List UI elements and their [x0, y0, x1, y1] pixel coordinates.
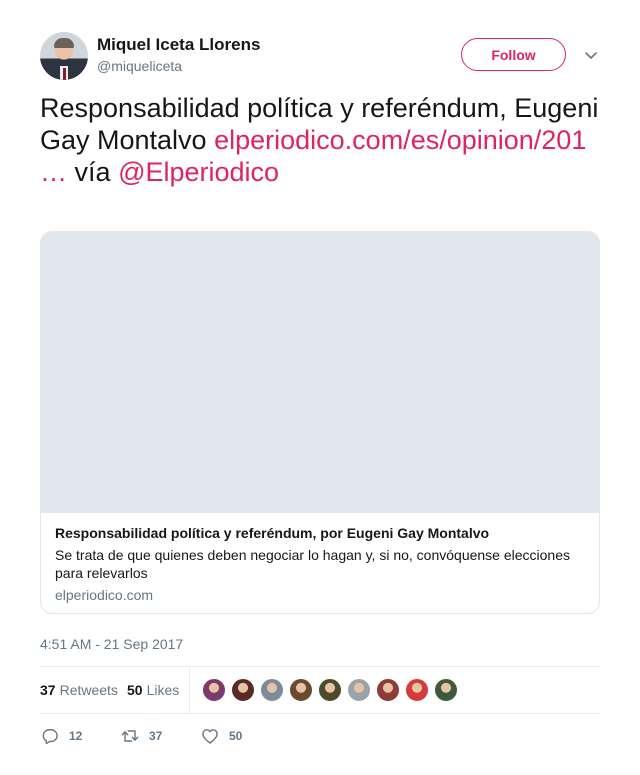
retweets-count: 37 [40, 682, 56, 698]
avatar[interactable] [40, 32, 88, 80]
card-image[interactable] [41, 232, 599, 513]
avatar-tie [63, 68, 66, 80]
follow-button[interactable]: Follow [461, 38, 566, 71]
retweets-stat[interactable]: 37 Retweets [40, 682, 118, 698]
tweet-mention[interactable]: @Elperiodico [118, 157, 279, 187]
liker-avatar[interactable] [202, 678, 226, 702]
likes-stat[interactable]: 50 Likes [127, 682, 179, 698]
avatar-hair [54, 38, 74, 48]
liker-avatar[interactable] [434, 678, 458, 702]
liker-avatar[interactable] [318, 678, 342, 702]
divider [40, 713, 600, 714]
link-card[interactable]: Responsabilidad política y referéndum, p… [40, 231, 600, 614]
tweet: Miquel Iceta Llorens @miqueliceta Follow… [0, 0, 640, 775]
reply-icon [42, 729, 58, 745]
card-description: Se trata de que quienes deben negociar l… [55, 547, 570, 581]
tweet-link[interactable]: elperiodico.com/es/opinion/201 [214, 125, 586, 155]
likes-label: Likes [146, 682, 180, 698]
user-handle[interactable]: @miqueliceta [97, 58, 182, 74]
user-name[interactable]: Miquel Iceta Llorens [97, 35, 260, 55]
liker-avatar[interactable] [289, 678, 313, 702]
liker-avatar[interactable] [231, 678, 255, 702]
tweet-timestamp[interactable]: 4:51 AM - 21 Sep 2017 [40, 636, 183, 652]
tweet-stats: 37 Retweets 50 Likes [40, 667, 600, 713]
retweets-label: Retweets [59, 682, 118, 698]
heart-icon [202, 729, 218, 744]
like-button[interactable]: 50 [200, 724, 242, 748]
like-count: 50 [229, 729, 243, 743]
reply-button[interactable]: 12 [40, 724, 82, 748]
retweet-icon [121, 730, 139, 742]
liker-avatar[interactable] [376, 678, 400, 702]
likes-count: 50 [127, 682, 143, 698]
tweet-actions: 12 37 50 [40, 724, 600, 748]
liker-avatar[interactable] [405, 678, 429, 702]
tweet-link-ellipsis[interactable]: … [40, 157, 67, 187]
stats-separator [189, 667, 190, 713]
chevron-down-icon[interactable] [583, 47, 599, 63]
card-title[interactable]: Responsabilidad política y referéndum, p… [55, 525, 489, 541]
reply-count: 12 [69, 729, 83, 743]
retweet-count: 37 [149, 729, 163, 743]
tweet-via: vía [74, 157, 111, 187]
tweet-text: Responsabilidad política y referéndum, E… [40, 92, 600, 188]
retweet-button[interactable]: 37 [120, 724, 162, 748]
card-domain[interactable]: elperiodico.com [55, 587, 153, 603]
liker-avatar[interactable] [260, 678, 284, 702]
liker-avatar[interactable] [347, 678, 371, 702]
